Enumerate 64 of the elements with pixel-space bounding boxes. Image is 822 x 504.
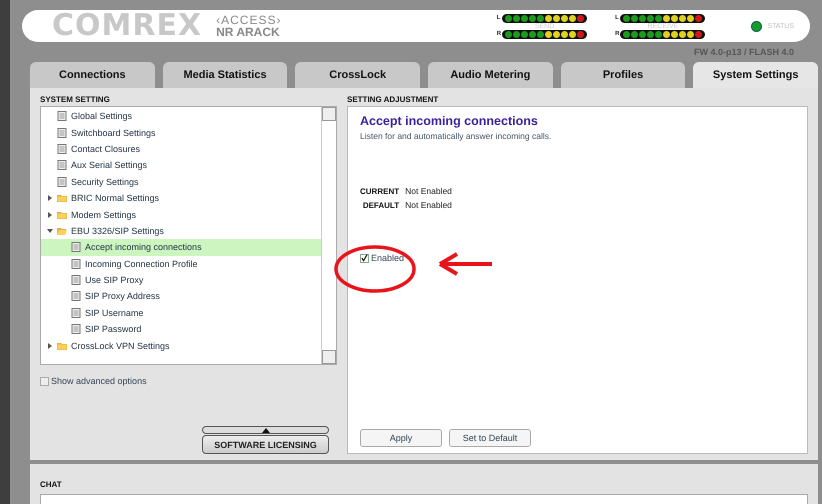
tree-item[interactable]: Aux Serial Settings [41,157,321,174]
setting-description: Listen for and automatically answer incoming calls. [360,131,552,141]
document-icon [71,308,81,318]
folder-icon [57,210,67,220]
checkbox[interactable] [360,254,369,262]
action-button[interactable]: Set to Default [449,429,531,447]
document-icon [57,160,67,170]
tab[interactable]: CrossLock [295,62,420,88]
section-title: SETTING ADJUSTMENT [347,94,440,106]
field-label: DEFAULT [362,200,400,210]
tree-item[interactable]: CrossLock VPN Settings [41,337,321,354]
collapsed-triangle-icon[interactable] [47,212,53,218]
document-icon [71,275,81,286]
tab[interactable]: Connections [30,62,155,88]
tree-item[interactable]: Accept incoming connections [41,239,321,256]
open-folder-icon [57,226,67,236]
device-name: NR ARACK [216,26,281,38]
document-icon [57,176,67,187]
tree-item[interactable]: EBU 3326/SIP Settings [41,222,321,240]
software-licensing-button[interactable]: SOFTWARE LICENSING [202,435,329,454]
tree-item[interactable]: Use SIP Proxy [41,272,321,288]
checkbox-label: Enabled [371,253,404,263]
expand-button[interactable] [202,426,329,434]
field-value: Not Enabled [405,200,452,210]
folder-icon [57,340,67,351]
document-icon [57,128,67,138]
document-icon [71,291,81,302]
field-label: CURRENT [360,186,400,196]
section-title: SYSTEM SETTING [40,94,111,106]
tree-item[interactable]: SIP Proxy Address [41,288,321,305]
document-icon [57,144,67,154]
collapsed-triangle-icon[interactable] [47,195,53,202]
action-button[interactable]: Apply [360,429,442,447]
tree-item[interactable]: BRIC Normal Settings [41,190,321,206]
tab[interactable]: Profiles [560,62,686,88]
collapsed-triangle-icon[interactable] [47,342,53,349]
tree-item[interactable]: Contact Closures [41,140,321,158]
annotation-arrow [437,252,493,276]
tree-item[interactable]: SIP Password [41,321,321,338]
tree-item[interactable]: SIP Username [41,304,321,322]
expanded-triangle-icon[interactable] [47,228,53,234]
tree-item[interactable]: Incoming Connection Profile [41,256,321,272]
setting-heading: Accept incoming connections [360,114,539,128]
tab[interactable]: System Settings [693,62,818,88]
field-value: Not Enabled [405,186,452,196]
tab[interactable]: Media Statistics [162,62,288,88]
tree-item[interactable]: Global Settings [41,108,321,124]
section-title: CHAT [40,480,62,489]
tree-item[interactable]: Switchboard Settings [41,124,321,141]
scrollbar[interactable] [321,107,336,364]
document-icon [57,111,67,122]
firmware-version: FW 4.0-p13 / FLASH 4.0 [694,47,794,57]
status-led [751,20,762,32]
document-icon [71,258,81,269]
checkbox[interactable] [40,376,49,386]
document-icon [71,324,81,334]
document-icon [71,242,81,252]
tree-item[interactable]: Modem Settings [41,206,321,223]
folder-icon [57,193,67,204]
tab[interactable]: Audio Metering [428,62,553,88]
tree-item[interactable]: Security Settings [41,174,321,190]
checkbox-label: Show advanced options [51,376,147,386]
caret-up-icon [262,428,270,432]
product-name: ‹ACCESS› [216,14,282,26]
